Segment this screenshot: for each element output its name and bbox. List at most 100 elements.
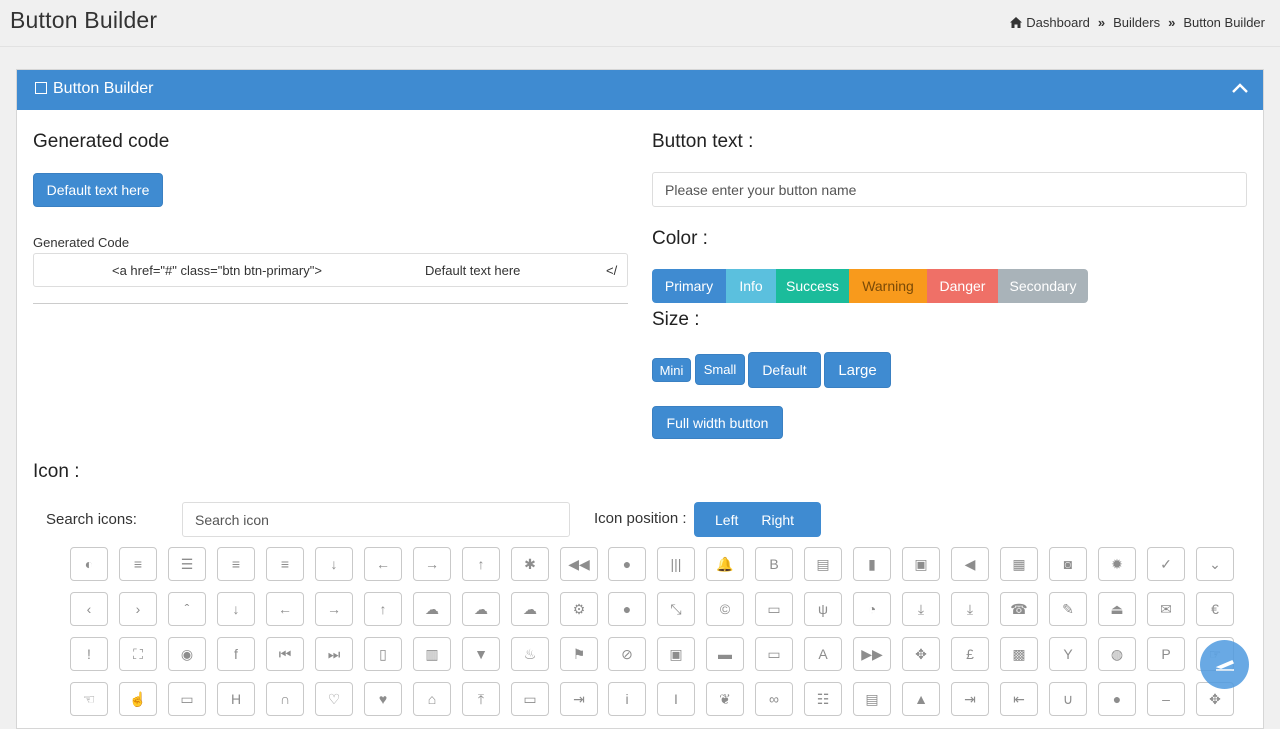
icon-option-button[interactable]: P — [1147, 637, 1185, 671]
icon-option-button[interactable]: ☷ — [804, 682, 842, 716]
icon-option-button[interactable]: ↓ — [217, 592, 255, 626]
icon-option-button[interactable]: ▮ — [853, 547, 891, 581]
size-large-button[interactable]: Large — [824, 352, 891, 388]
icon-option-button[interactable]: ☁ — [511, 592, 549, 626]
icon-option-button[interactable]: ⇤ — [1000, 682, 1038, 716]
icon-option-button[interactable]: ↑ — [364, 592, 402, 626]
icon-option-button[interactable]: ⤓ — [951, 592, 989, 626]
icon-option-button[interactable]: ◙ — [1049, 547, 1087, 581]
full-width-button[interactable]: Full width button — [652, 406, 783, 439]
icon-option-button[interactable]: ▭ — [755, 637, 793, 671]
icon-option-button[interactable]: ⤓ — [902, 592, 940, 626]
generated-code-field[interactable]: <a href="#" class="btn btn-primary"> Def… — [33, 253, 628, 287]
icon-option-button[interactable]: ⇥ — [560, 682, 598, 716]
color-danger-button[interactable]: Danger — [927, 269, 998, 303]
icon-option-button[interactable]: ⌄ — [1196, 547, 1234, 581]
icon-option-button[interactable]: ❦ — [706, 682, 744, 716]
icon-option-button[interactable]: ◀◀ — [560, 547, 598, 581]
icon-option-button[interactable]: ⚙ — [560, 592, 598, 626]
size-small-button[interactable]: Small — [695, 354, 745, 385]
icon-option-button[interactable]: ● — [608, 592, 646, 626]
icon-option-button[interactable]: ⏏ — [1098, 592, 1136, 626]
icon-option-button[interactable]: ▦ — [1000, 547, 1038, 581]
icon-option-button[interactable]: ✉ — [1147, 592, 1185, 626]
button-text-input[interactable]: Please enter your button name — [652, 172, 1247, 207]
icon-option-button[interactable]: ▤ — [804, 547, 842, 581]
icon-option-button[interactable]: Y — [1049, 637, 1087, 671]
icon-option-button[interactable]: ☁ — [413, 592, 451, 626]
size-default-button[interactable]: Default — [748, 352, 821, 388]
icon-option-button[interactable]: ▯ — [364, 637, 402, 671]
icon-option-button[interactable]: → — [315, 592, 353, 626]
icon-option-button[interactable]: › — [119, 592, 157, 626]
icon-option-button[interactable]: ∪ — [1049, 682, 1087, 716]
icon-option-button[interactable]: ✥ — [902, 637, 940, 671]
icon-option-button[interactable]: ▼ — [462, 637, 500, 671]
icon-option-button[interactable]: ♥ — [364, 682, 402, 716]
icon-position-right-button[interactable]: Right — [761, 512, 794, 528]
icon-option-button[interactable]: ↓ — [315, 547, 353, 581]
icon-option-button[interactable]: ◉ — [168, 637, 206, 671]
icon-option-button[interactable]: ◔ — [853, 592, 891, 626]
icon-option-button[interactable]: ≡ — [266, 547, 304, 581]
icon-option-button[interactable]: ⌂ — [413, 682, 451, 716]
icon-option-button[interactable]: ✓ — [1147, 547, 1185, 581]
icon-option-button[interactable]: ≡ — [119, 547, 157, 581]
icon-option-button[interactable]: ⏭ — [315, 637, 353, 671]
icon-option-button[interactable]: ◀ — [951, 547, 989, 581]
icon-option-button[interactable]: ← — [364, 547, 402, 581]
chevron-up-icon[interactable] — [1231, 81, 1249, 95]
color-info-button[interactable]: Info — [726, 269, 776, 303]
icon-option-button[interactable]: – — [1147, 682, 1185, 716]
icon-option-button[interactable]: B — [755, 547, 793, 581]
icon-option-button[interactable]: ▥ — [413, 637, 451, 671]
icon-option-button[interactable]: H — [217, 682, 255, 716]
icon-option-button[interactable]: ⛶ — [119, 637, 157, 671]
icon-option-button[interactable]: 🔔 — [706, 547, 744, 581]
icon-option-button[interactable]: ● — [1098, 682, 1136, 716]
icon-option-button[interactable]: ⇥ — [951, 682, 989, 716]
icon-option-button[interactable]: ⤒ — [462, 682, 500, 716]
icon-option-button[interactable]: ˆ — [168, 592, 206, 626]
preview-button[interactable]: Default text here — [33, 173, 163, 207]
icon-option-button[interactable]: ✱ — [511, 547, 549, 581]
icon-option-button[interactable]: ≡ — [217, 547, 255, 581]
icon-option-button[interactable]: ⊘ — [608, 637, 646, 671]
icon-option-button[interactable]: ▭ — [168, 682, 206, 716]
icon-option-button[interactable]: i — [608, 682, 646, 716]
icon-option-button[interactable]: I — [657, 682, 695, 716]
icon-option-button[interactable]: ♡ — [315, 682, 353, 716]
size-mini-button[interactable]: Mini — [652, 358, 691, 382]
icon-option-button[interactable]: £ — [951, 637, 989, 671]
icon-option-button[interactable]: ▶▶ — [853, 637, 891, 671]
icon-option-button[interactable]: ♨ — [511, 637, 549, 671]
color-warning-button[interactable]: Warning — [849, 269, 927, 303]
icon-option-button[interactable]: ‹ — [70, 592, 108, 626]
icon-option-button[interactable]: ψ — [804, 592, 842, 626]
icon-option-button[interactable]: ☁ — [462, 592, 500, 626]
icon-search-input[interactable]: Search icon — [182, 502, 570, 537]
breadcrumb-dashboard[interactable]: Dashboard — [1026, 15, 1090, 30]
icon-option-button[interactable]: ∩ — [266, 682, 304, 716]
icon-option-button[interactable]: ⏮ — [266, 637, 304, 671]
icon-option-button[interactable]: A — [804, 637, 842, 671]
icon-option-button[interactable]: © — [706, 592, 744, 626]
icon-option-button[interactable]: ☜ — [70, 682, 108, 716]
breadcrumb-builders[interactable]: Builders — [1113, 15, 1160, 30]
icon-option-button[interactable]: ▤ — [853, 682, 891, 716]
color-primary-button[interactable]: Primary — [652, 269, 726, 303]
icon-option-button[interactable]: ▣ — [902, 547, 940, 581]
icon-option-button[interactable]: ▭ — [511, 682, 549, 716]
icon-option-button[interactable]: ◍ — [1098, 637, 1136, 671]
icon-option-button[interactable]: ← — [266, 592, 304, 626]
icon-option-button[interactable]: ⚑ — [560, 637, 598, 671]
icon-option-button[interactable]: ☰ — [168, 547, 206, 581]
icon-option-button[interactable]: ! — [70, 637, 108, 671]
icon-option-button[interactable]: € — [1196, 592, 1234, 626]
color-secondary-button[interactable]: Secondary — [998, 269, 1088, 303]
icon-option-button[interactable]: ◐ — [70, 547, 108, 581]
icon-option-button[interactable]: ∞ — [755, 682, 793, 716]
icon-option-button[interactable]: ▬ — [706, 637, 744, 671]
color-success-button[interactable]: Success — [776, 269, 849, 303]
icon-option-button[interactable]: → — [413, 547, 451, 581]
